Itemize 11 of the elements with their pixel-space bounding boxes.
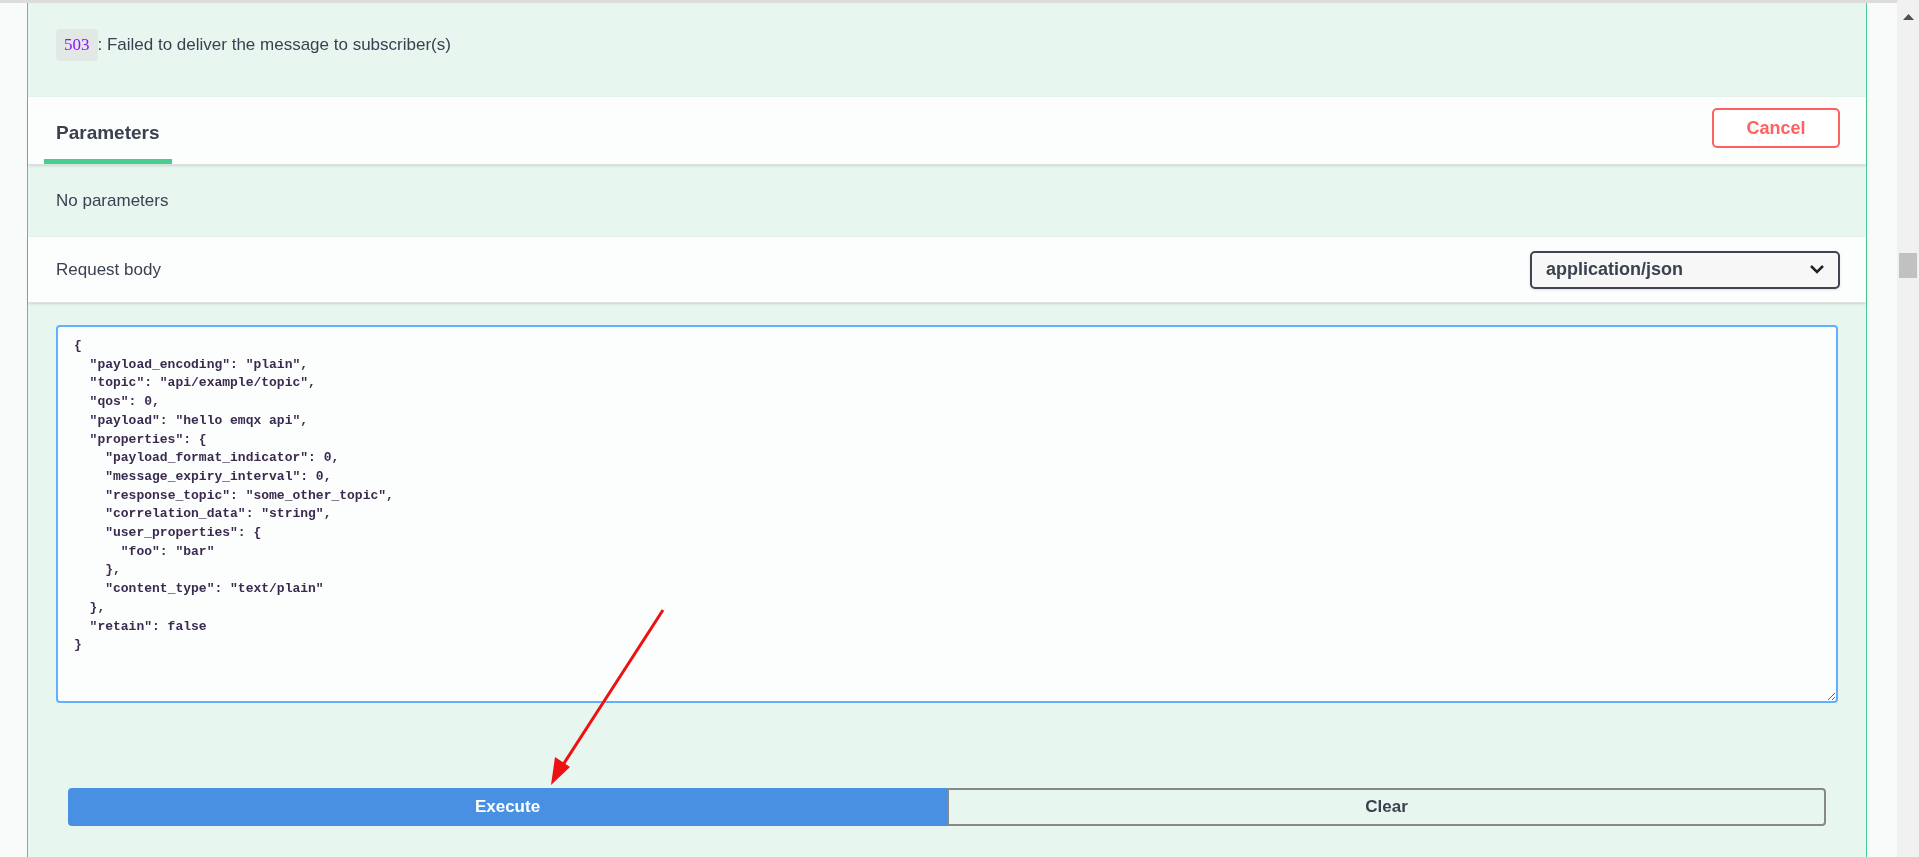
status-code: 503 — [56, 29, 98, 61]
action-button[interactable]: Clear — [947, 788, 1826, 826]
response-description: : Failed to deliver the message to subscriber(s) — [97, 34, 451, 56]
chevron-down-icon — [1810, 265, 1824, 274]
tab[interactable]: Parameters — [44, 118, 172, 164]
request-body-editor[interactable]: { "payload_encoding": "plain", "topic": "api/example/topic", "qos": 0, "payload": "hello emqx api", "properties": { "payload_format_indicator": 0, "message_expiry_interval": 0, "response_topic": "some_other_topic", "correlation_data": "string", "user_properties": { "foo": "bar" }, "content_type": "text/plain" }, "retain": false } — [56, 325, 1838, 703]
no-parameters-text: No parameters — [56, 190, 169, 213]
scrollbar-thumb[interactable] — [1899, 253, 1917, 278]
content-type-select[interactable]: application/json — [1530, 250, 1840, 289]
request-body-label: Request body — [56, 258, 161, 281]
scroll-up-arrow-icon — [1903, 14, 1914, 20]
